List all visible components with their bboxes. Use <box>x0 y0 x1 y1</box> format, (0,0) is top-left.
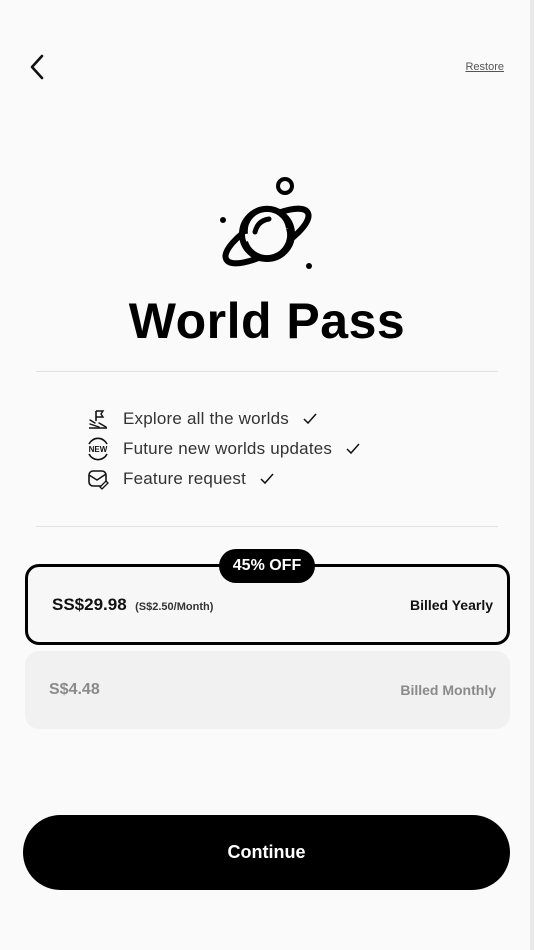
divider <box>36 526 498 527</box>
map-flag-icon <box>86 407 110 431</box>
chevron-left-icon <box>30 54 44 80</box>
plan-yearly-per-month: (S$2.50/Month) <box>135 600 214 613</box>
feature-list: Explore all the worlds NEW Future new wo… <box>86 404 406 494</box>
check-icon <box>346 443 360 455</box>
feature-item: NEW Future new worlds updates <box>86 434 406 464</box>
plan-monthly-billing: Billed Monthly <box>400 682 496 698</box>
feature-label: Future new worlds updates <box>123 439 333 458</box>
plan-monthly-price: S$4.48 <box>49 681 100 698</box>
feature-label: Explore all the worlds <box>123 409 289 428</box>
plan-yearly-price: SS$29.98 <box>52 594 127 614</box>
plan-yearly-billing: Billed Yearly <box>409 596 493 613</box>
svg-text:NEW: NEW <box>89 445 108 454</box>
plan-monthly-option[interactable]: S$4.48 Billed Monthly <box>25 651 510 729</box>
request-edit-icon <box>86 467 110 491</box>
new-badge-icon: NEW <box>86 437 110 461</box>
check-icon <box>260 473 274 485</box>
restore-link[interactable]: Restore <box>465 61 504 73</box>
back-button[interactable] <box>22 52 52 82</box>
feature-item: Feature request <box>86 464 406 494</box>
screen-edge <box>530 0 534 950</box>
page-title: World Pass <box>128 293 406 349</box>
discount-badge: 45% OFF <box>219 549 315 583</box>
plan-yearly-price-group: SS$29.98 (S$2.50/Month) <box>52 595 213 615</box>
check-icon <box>303 413 317 425</box>
planet-icon <box>212 172 322 276</box>
divider <box>36 371 498 372</box>
continue-button[interactable]: Continue <box>23 815 510 890</box>
feature-label: Feature request <box>123 469 247 488</box>
feature-item: Explore all the worlds <box>86 404 406 434</box>
